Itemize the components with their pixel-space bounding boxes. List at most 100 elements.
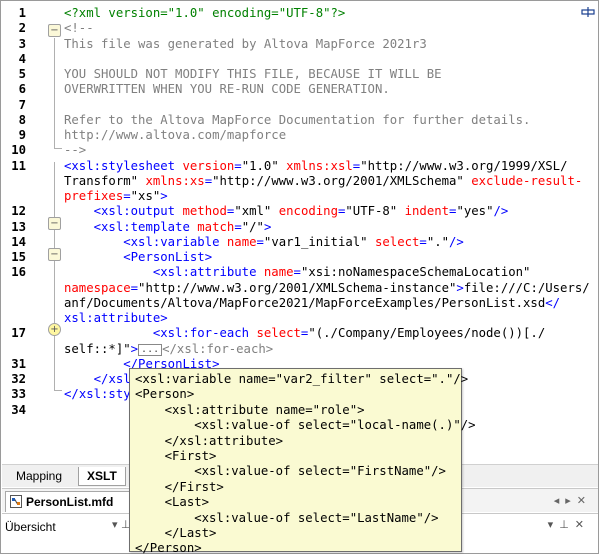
code-token: "xml" <box>234 204 272 219</box>
code-line: <xsl:variable name="var1_initial" select… <box>64 235 464 249</box>
code-token: = <box>293 265 301 280</box>
code-line: prefixes="xs"> <box>64 189 168 203</box>
app-window: 1 2 3 4 5 6 7 8 9 10 11 12 13 14 15 16 17 31 32 33 34 − − − … <box>0 0 599 554</box>
code-token: xmlns:xsl <box>286 158 353 173</box>
code-token: = <box>256 234 264 249</box>
code-token: = <box>419 234 427 249</box>
code-token: "." <box>426 234 450 249</box>
code-token: YOU SHOULD NOT MODIFY THIS FILE, BECAUSE… <box>64 67 442 81</box>
code-token: = <box>204 173 213 188</box>
folding-margin: − − − + <box>48 2 62 463</box>
code-token: </ <box>64 387 79 402</box>
code-token: <?xml version="1.0" encoding="UTF-8"?> <box>64 6 346 20</box>
code-token: This file was generated by Altova MapFor… <box>64 36 427 51</box>
tab-mapping[interactable]: Mapping <box>8 467 70 486</box>
code-line: <xsl:stylesheet version="1.0" xmlns:xsl=… <box>64 159 567 173</box>
line-number: 11 <box>11 158 26 173</box>
line-number: 8 <box>18 112 26 127</box>
code-token: = <box>234 158 242 173</box>
code-token: = <box>130 280 139 295</box>
code-line: http://www.altova.com/mapforce <box>64 128 286 142</box>
line-number: 10 <box>11 143 26 158</box>
document-tab[interactable]: PersonList.mfd <box>5 491 130 512</box>
code-line: YOU SHOULD NOT MODIFY THIS FILE, BECAUSE… <box>64 67 442 81</box>
line-number: 1 <box>18 6 26 20</box>
code-token: Refer to the Altova MapForce Documentati… <box>64 112 531 127</box>
code-token: > <box>160 311 168 325</box>
code-token: = <box>123 189 131 203</box>
code-token: xsl:attribute <box>64 311 161 325</box>
code-token: xsl:sty <box>78 387 131 402</box>
document-filename: PersonList.mfd <box>26 495 114 509</box>
code-token: xmlns:xs <box>145 173 205 188</box>
code-token: xsl <box>108 372 131 386</box>
code-token: --> <box>64 143 87 158</box>
code-token: anf/Documents/Altova/MapForce2021/MapFor… <box>64 295 546 310</box>
code-line: <PersonList> <box>64 250 212 264</box>
code-line: Transform" xmlns:xs="http://www.w3.org/2… <box>64 174 582 188</box>
code-token: select <box>256 326 301 341</box>
code-token: "UTF-8" <box>345 204 398 219</box>
code-token: self::*]" <box>64 341 131 356</box>
line-number: 12 <box>11 204 26 219</box>
fold-end-marker <box>54 390 62 391</box>
code-token: xsl:for-each <box>160 326 250 341</box>
folded-block-button[interactable]: ... <box>138 343 163 356</box>
code-token: match <box>197 219 235 234</box>
code-token: "http://www.w3.org/2001/XMLSchema-instan… <box>138 280 457 295</box>
code-token: encoding <box>278 204 338 219</box>
line-number: 5 <box>18 67 26 81</box>
code-token: "http://www.w3.org/2001/XMLSchema" <box>212 173 464 188</box>
code-token: file:///C:/Users/ <box>463 280 590 295</box>
fold-collapse-icon[interactable]: − <box>48 248 61 261</box>
code-token: indent <box>404 204 450 219</box>
tab-xslt[interactable]: XSLT <box>78 467 126 486</box>
code-token: </xsl:for-each> <box>162 341 274 356</box>
fold-collapse-icon[interactable]: − <box>48 217 61 230</box>
line-number: 4 <box>18 51 26 66</box>
line-number: 13 <box>11 219 26 234</box>
code-token: xsl:variable <box>130 234 220 249</box>
code-token: xsl:output <box>101 204 176 219</box>
line-number: 34 <box>11 402 26 417</box>
line-number: 16 <box>11 265 26 280</box>
code-token: /> <box>449 234 464 249</box>
split-window-icon[interactable] <box>581 5 595 19</box>
line-number: 32 <box>11 372 26 386</box>
code-token: = <box>234 219 242 234</box>
line-number: 33 <box>11 387 26 402</box>
code-token: /> <box>493 204 509 219</box>
line-number-gutter: 1 2 3 4 5 6 7 8 9 10 11 12 13 14 15 16 17 31 32 33 34 <box>2 2 46 463</box>
code-line: This file was generated by Altova MapFor… <box>64 37 427 51</box>
code-token: exclude-result- <box>471 173 583 188</box>
line-number: 15 <box>11 250 26 264</box>
document-nav-controls[interactable]: ◂▸✕ <box>554 494 592 507</box>
code-token: < <box>123 234 131 249</box>
code-token: </ <box>93 372 109 386</box>
code-token: namespace <box>64 280 131 295</box>
code-token: <!-- <box>64 21 94 36</box>
code-token: "(./Company/Employees/node())[./ <box>308 326 546 341</box>
pane-controls[interactable]: ▾⊥✕ <box>548 518 590 531</box>
code-token: method <box>182 204 227 219</box>
fold-collapse-icon[interactable]: − <box>48 24 61 37</box>
code-line: <!-- <box>64 21 94 35</box>
code-token: OVERWRITTEN WHEN YOU RE-RUN CODE GENERAT… <box>64 82 390 97</box>
code-token: xsl:attribute <box>160 265 257 280</box>
code-line: <xsl:attribute name="xsi:noNamespaceSche… <box>64 265 531 280</box>
overview-title: Übersicht <box>5 520 56 534</box>
code-token: > <box>456 280 464 295</box>
fold-expand-icon[interactable]: + <box>48 323 61 336</box>
code-token: xsl:stylesheet <box>71 158 176 173</box>
code-token: xsl:template <box>101 219 190 234</box>
code-token: "1.0" <box>241 158 279 173</box>
code-line: xsl:attribute> <box>64 311 168 325</box>
code-line: --> <box>64 143 86 157</box>
pin-icon[interactable]: ▾ ⊥ <box>112 518 131 531</box>
